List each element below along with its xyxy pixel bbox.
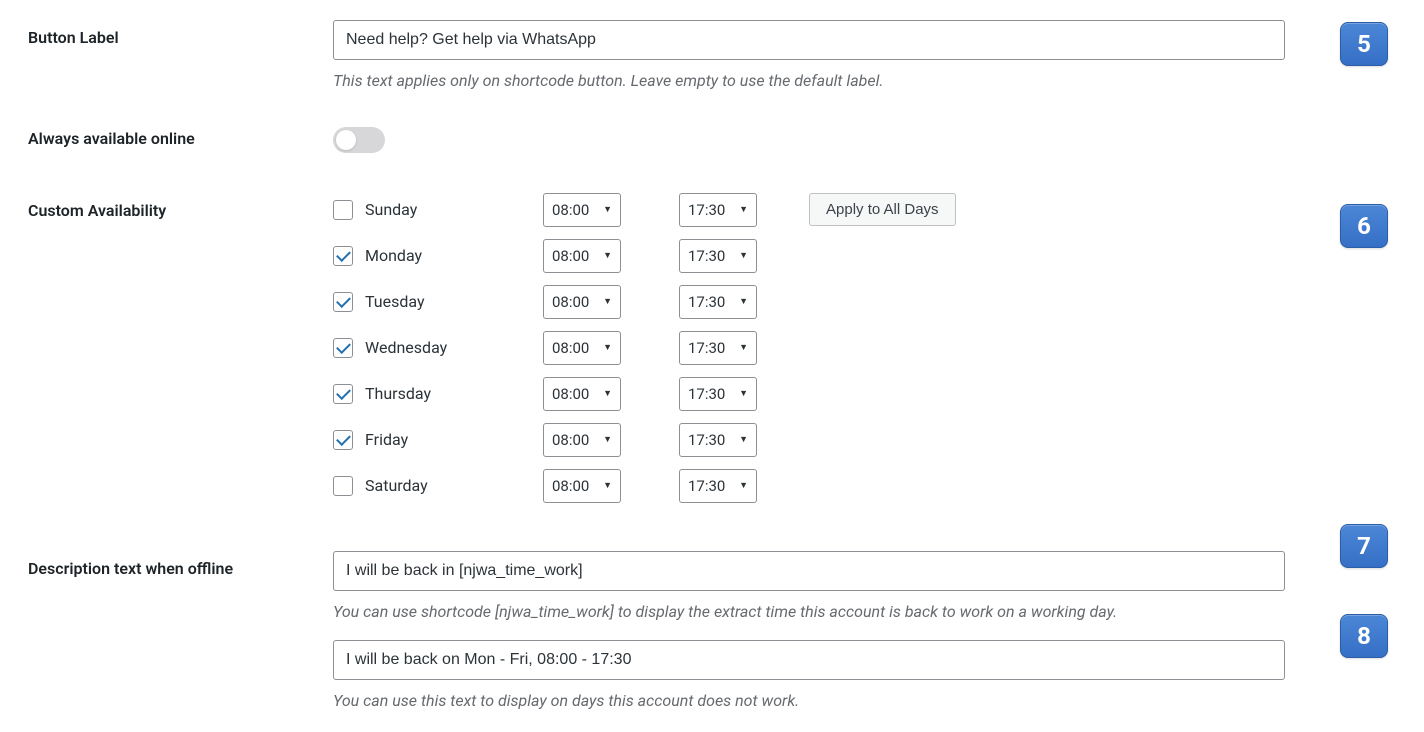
- end-time-thursday[interactable]: 17:30 ▼: [679, 377, 757, 411]
- start-time-sunday[interactable]: 08:00 ▼: [543, 193, 621, 227]
- start-time-thursday[interactable]: 08:00 ▼: [543, 377, 621, 411]
- end-time-friday[interactable]: 17:30 ▼: [679, 423, 757, 457]
- chevron-down-icon: ▼: [739, 250, 748, 261]
- apply-to-all-button[interactable]: Apply to All Days: [809, 193, 956, 226]
- day-row-thursday: Thursday 08:00 ▼ 17:30 ▼: [333, 377, 1396, 411]
- help-button-label: This text applies only on shortcode butt…: [333, 70, 1396, 92]
- label-button-label: Button Label: [28, 20, 333, 47]
- checkbox-tuesday[interactable]: [333, 292, 353, 312]
- callout-8: 8: [1340, 614, 1388, 658]
- row-button-label: Button Label This text applies only on s…: [28, 20, 1396, 93]
- start-time-value: 08:00: [552, 431, 589, 449]
- end-time-value: 17:30: [688, 247, 725, 265]
- end-time-value: 17:30: [688, 431, 725, 449]
- start-time-value: 08:00: [552, 247, 589, 265]
- row-custom-availability: Custom Availability Sunday 08:00 ▼ 17:30 ▼ Ap…: [28, 193, 1396, 515]
- start-time-value: 08:00: [552, 385, 589, 403]
- day-label-saturday: Saturday: [365, 476, 543, 495]
- start-time-friday[interactable]: 08:00 ▼: [543, 423, 621, 457]
- row-offline-desc: Description text when offline You can us…: [28, 551, 1396, 713]
- chevron-down-icon: ▼: [739, 434, 748, 445]
- day-label-friday: Friday: [365, 430, 543, 449]
- day-row-wednesday: Wednesday 08:00 ▼ 17:30 ▼: [333, 331, 1396, 365]
- day-row-tuesday: Tuesday 08:00 ▼ 17:30 ▼: [333, 285, 1396, 319]
- toggle-always-available[interactable]: [333, 127, 385, 153]
- start-time-saturday[interactable]: 08:00 ▼: [543, 469, 621, 503]
- end-time-value: 17:30: [688, 339, 725, 357]
- day-label-thursday: Thursday: [365, 384, 543, 403]
- input-offline-workingday[interactable]: [333, 551, 1285, 591]
- input-offline-nonworking[interactable]: [333, 640, 1285, 680]
- day-label-sunday: Sunday: [365, 200, 543, 219]
- day-row-friday: Friday 08:00 ▼ 17:30 ▼: [333, 423, 1396, 457]
- day-label-monday: Monday: [365, 246, 543, 265]
- start-time-monday[interactable]: 08:00 ▼: [543, 239, 621, 273]
- callout-7: 7: [1340, 524, 1388, 568]
- label-offline-desc: Description text when offline: [28, 551, 333, 578]
- chevron-down-icon: ▼: [739, 480, 748, 491]
- chevron-down-icon: ▼: [603, 250, 612, 261]
- checkbox-friday[interactable]: [333, 430, 353, 450]
- start-time-wednesday[interactable]: 08:00 ▼: [543, 331, 621, 365]
- end-time-monday[interactable]: 17:30 ▼: [679, 239, 757, 273]
- end-time-value: 17:30: [688, 201, 725, 219]
- help-offline-nonworking: You can use this text to display on days…: [333, 690, 1396, 712]
- chevron-down-icon: ▼: [739, 204, 748, 215]
- label-always-available: Always available online: [28, 121, 333, 148]
- start-time-tuesday[interactable]: 08:00 ▼: [543, 285, 621, 319]
- chevron-down-icon: ▼: [603, 204, 612, 215]
- start-time-value: 08:00: [552, 293, 589, 311]
- chevron-down-icon: ▼: [739, 296, 748, 307]
- help-offline-workingday: You can use shortcode [njwa_time_work] t…: [333, 601, 1396, 623]
- callout-5: 5: [1340, 22, 1388, 66]
- end-time-value: 17:30: [688, 477, 725, 495]
- callout-6: 6: [1340, 204, 1388, 248]
- chevron-down-icon: ▼: [603, 342, 612, 353]
- checkbox-wednesday[interactable]: [333, 338, 353, 358]
- day-label-tuesday: Tuesday: [365, 292, 543, 311]
- checkbox-saturday[interactable]: [333, 476, 353, 496]
- checkbox-thursday[interactable]: [333, 384, 353, 404]
- chevron-down-icon: ▼: [739, 388, 748, 399]
- end-time-value: 17:30: [688, 293, 725, 311]
- day-row-saturday: Saturday 08:00 ▼ 17:30 ▼: [333, 469, 1396, 503]
- label-custom-availability: Custom Availability: [28, 193, 333, 220]
- day-label-wednesday: Wednesday: [365, 338, 543, 357]
- chevron-down-icon: ▼: [603, 388, 612, 399]
- row-always-available: Always available online: [28, 121, 1396, 153]
- chevron-down-icon: ▼: [603, 434, 612, 445]
- end-time-tuesday[interactable]: 17:30 ▼: [679, 285, 757, 319]
- day-row-sunday: Sunday 08:00 ▼ 17:30 ▼ Apply to All Days: [333, 193, 1396, 227]
- start-time-value: 08:00: [552, 339, 589, 357]
- end-time-saturday[interactable]: 17:30 ▼: [679, 469, 757, 503]
- input-button-label[interactable]: [333, 20, 1285, 60]
- toggle-knob: [336, 130, 356, 150]
- start-time-value: 08:00: [552, 477, 589, 495]
- start-time-value: 08:00: [552, 201, 589, 219]
- end-time-value: 17:30: [688, 385, 725, 403]
- end-time-sunday[interactable]: 17:30 ▼: [679, 193, 757, 227]
- end-time-wednesday[interactable]: 17:30 ▼: [679, 331, 757, 365]
- day-row-monday: Monday 08:00 ▼ 17:30 ▼: [333, 239, 1396, 273]
- checkbox-monday[interactable]: [333, 246, 353, 266]
- chevron-down-icon: ▼: [739, 342, 748, 353]
- chevron-down-icon: ▼: [603, 480, 612, 491]
- chevron-down-icon: ▼: [603, 296, 612, 307]
- checkbox-sunday[interactable]: [333, 200, 353, 220]
